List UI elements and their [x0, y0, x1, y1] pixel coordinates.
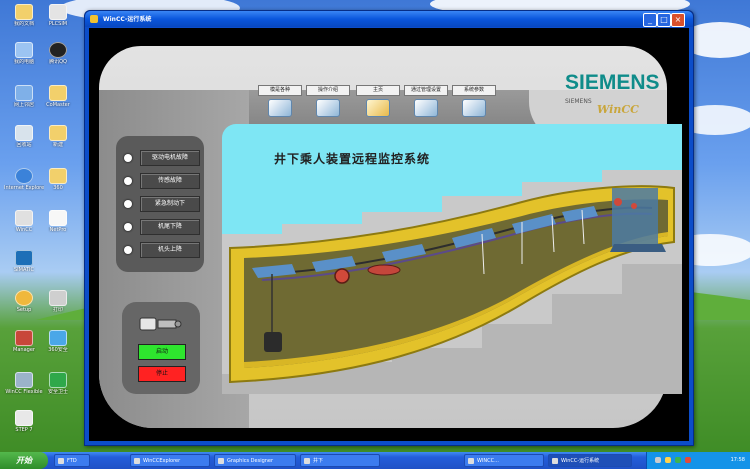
desktop-icon-netpro[interactable]: NetPro [38, 210, 78, 233]
taskbar-item-4[interactable]: 井下 [300, 454, 380, 467]
siemens-sub-label: SIEMENS [565, 98, 592, 105]
desktop-icon-qq[interactable]: 腾讯QQ [38, 42, 78, 65]
start-button[interactable]: 启动 [138, 344, 186, 360]
menu-item-head-up[interactable]: 机头上降 [124, 242, 200, 258]
manager-icon [15, 330, 33, 346]
nav-button-label: 主页 [356, 85, 400, 96]
taskbar-item-1[interactable]: FTD [54, 454, 90, 467]
network-icon [316, 99, 340, 117]
network-icon[interactable] [655, 457, 661, 463]
minimize-button[interactable]: _ [643, 13, 657, 27]
volume-icon[interactable] [665, 457, 671, 463]
indicator-light [124, 154, 132, 162]
desktop-icon-security-guard[interactable]: 安全卫士 [38, 372, 78, 395]
database-icon [268, 99, 292, 117]
indicator-light [124, 246, 132, 254]
taskbar-item-2[interactable]: WinCCExplorer [130, 454, 210, 467]
step7-icon [15, 410, 33, 426]
taskbar-item-6[interactable]: WinCC-运行系统 [548, 454, 632, 467]
desktop-icon-comaster[interactable]: CoMaster [38, 85, 78, 108]
system-tray: 17:58 [646, 452, 750, 469]
app-icon [552, 458, 558, 464]
window-title: WinCC-运行系统 [103, 16, 152, 23]
motor-control-box: 启动 停止 [122, 302, 200, 394]
desktop-icon-simatic[interactable]: SIMATIC [4, 250, 44, 273]
folder-icon [49, 168, 67, 184]
shield-icon [49, 330, 67, 346]
wincc-flexible-icon [15, 372, 33, 388]
nav-button-label: 模是各种 [258, 85, 302, 96]
gear-icon [15, 290, 33, 306]
menu-button-label: 机头上降 [140, 242, 200, 258]
indicator-light [124, 200, 132, 208]
menu-item-drive-motor-fault[interactable]: 驱动电机故障 [124, 150, 200, 166]
siemens-logo: SIEMENS [565, 71, 660, 94]
shield-icon[interactable] [675, 457, 681, 463]
app-icon [90, 15, 98, 23]
indicator-light [124, 223, 132, 231]
clock: 17:58 [730, 457, 745, 463]
computer-icon [15, 42, 33, 58]
plcsim-icon [49, 4, 67, 20]
recycle-bin-icon [15, 125, 33, 141]
folder-icon [49, 125, 67, 141]
nav-button-label: 操作介绍 [306, 85, 350, 96]
nav-button-1[interactable]: 模是各种 [258, 85, 302, 117]
wincc-logo: WinCC [597, 103, 639, 116]
app-icon [134, 458, 140, 464]
printer-icon [49, 290, 67, 306]
app-icon [218, 458, 224, 464]
chart-icon [462, 99, 486, 117]
menu-button-label: 传感故障 [140, 173, 200, 189]
taskbar-item-3[interactable]: Graphics Designer [214, 454, 296, 467]
folder-icon [49, 85, 67, 101]
desktop-icon-new[interactable]: 新建 [38, 125, 78, 148]
monitor-icon [414, 99, 438, 117]
menu-item-emergency-brake[interactable]: 紧急制动下 [124, 196, 200, 212]
folder-icon [304, 458, 310, 464]
menu-item-tail-down[interactable]: 机尾下降 [124, 219, 200, 235]
indicator-light [124, 177, 132, 185]
menu-button-label: 驱动电机故障 [140, 150, 200, 166]
scene-title: 井下乘人装置远程监控系统 [274, 152, 431, 166]
shield-icon [49, 372, 67, 388]
netpro-icon [49, 210, 67, 226]
close-button[interactable]: × [671, 13, 685, 27]
nav-button-4[interactable]: 通过管理设置 [404, 85, 448, 117]
menu-item-sensor-fault[interactable]: 传感故障 [124, 173, 200, 189]
taskbar-item-5[interactable]: WINCC... [464, 454, 544, 467]
nav-button-home[interactable]: 主页 [356, 85, 400, 117]
folder-icon [15, 4, 33, 20]
fault-menu: 驱动电机故障 传感故障 紧急制动下 机尾下降 机头上降 [116, 136, 204, 272]
folder-icon [366, 99, 390, 117]
motor-icon [139, 317, 182, 331]
wincc-icon [15, 210, 33, 226]
network-icon [15, 85, 33, 101]
desktop-icon-360-safe[interactable]: 360安全 [38, 330, 78, 353]
stop-button[interactable]: 停止 [138, 366, 186, 382]
maximize-button[interactable]: □ [657, 13, 671, 27]
app-icon [58, 458, 64, 464]
internet-explorer-icon [15, 168, 33, 184]
nav-button-2[interactable]: 操作介绍 [306, 85, 350, 117]
nav-button-label: 通过管理设置 [404, 85, 448, 96]
menu-button-label: 紧急制动下 [140, 196, 200, 212]
desktop-icon-360[interactable]: 360 [38, 168, 78, 191]
menu-button-label: 机尾下降 [140, 219, 200, 235]
simatic-icon [15, 250, 33, 266]
app-icon [468, 458, 474, 464]
desktop-icon-step7[interactable]: STEP 7 [4, 410, 44, 433]
start-button-os[interactable]: 开始 [0, 452, 48, 469]
window-titlebar[interactable]: WinCC-运行系统 _ □ × [85, 11, 693, 27]
qq-penguin-icon [49, 42, 67, 58]
nav-button-5[interactable]: 系统参数 [452, 85, 496, 117]
mine-scene-view: 井下乘人装置远程监控系统 [222, 124, 682, 394]
desktop-icon-plcsim[interactable]: PLCSIM [38, 4, 78, 27]
desktop-icon-print[interactable]: 打印 [38, 290, 78, 313]
nav-button-label: 系统参数 [452, 85, 496, 96]
wincc-tray-icon[interactable] [685, 457, 691, 463]
taskbar: 开始 FTD WinCCExplorer Graphics Designer 井… [0, 452, 750, 469]
